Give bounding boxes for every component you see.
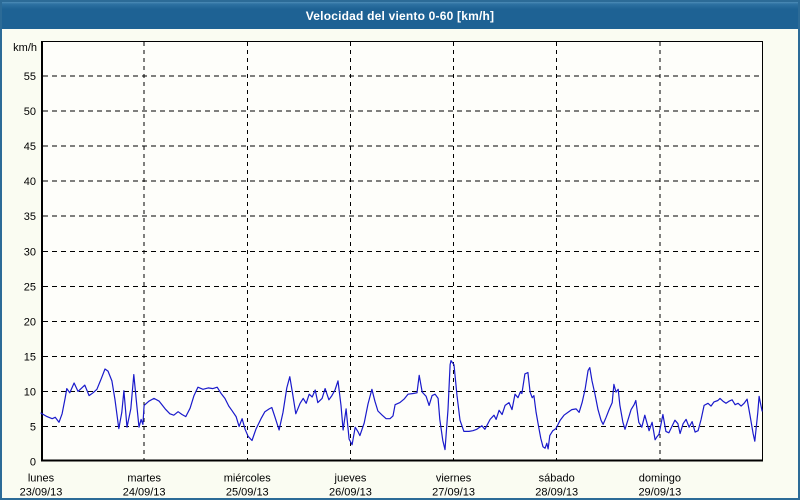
y-tick-label-0: 0 [30, 457, 36, 469]
y-tick-label-45: 45 [24, 141, 36, 153]
y-tick-label-40: 40 [24, 176, 36, 188]
x-day-label-lunes: lunes [28, 473, 55, 485]
x-date-label-lunes: 23/09/13 [20, 487, 63, 499]
window-title: Velocidad del viento 0-60 [km/h] [306, 9, 494, 23]
plot-background [41, 41, 763, 462]
y-tick-label-50: 50 [24, 106, 36, 118]
x-day-label-sábado: sábado [539, 473, 575, 485]
y-tick-label-15: 15 [24, 351, 36, 363]
y-tick-label-5: 5 [30, 421, 36, 433]
x-date-label-viernes: 27/09/13 [432, 487, 475, 499]
x-date-label-martes: 24/09/13 [123, 487, 166, 499]
y-tick-label-35: 35 [24, 211, 36, 223]
y-tick-label-55: 55 [24, 71, 36, 83]
y-tick-label-30: 30 [24, 246, 36, 258]
title-bar: Velocidad del viento 0-60 [km/h] [2, 2, 798, 29]
y-axis-unit-label: km/h [13, 42, 37, 54]
x-day-label-viernes: viernes [436, 473, 472, 485]
x-day-label-domingo: domingo [639, 473, 681, 485]
x-day-label-jueves: jueves [334, 473, 367, 485]
x-date-label-jueves: 26/09/13 [329, 487, 372, 499]
wind-speed-chart: 0 5 10 15 20 25 30 35 40 45 50 55 km/h lunes 23/09/13 m… [2, 2, 798, 498]
x-day-label-miércoles: miércoles [224, 473, 272, 485]
app-window: Velocidad del viento 0-60 [km/h] 0 5 10 15 2… [0, 0, 800, 500]
x-date-label-domingo: 29/09/13 [638, 487, 681, 499]
x-date-label-sábado: 28/09/13 [535, 487, 578, 499]
y-tick-label-10: 10 [24, 386, 36, 398]
y-tick-label-20: 20 [24, 316, 36, 328]
y-tick-label-25: 25 [24, 281, 36, 293]
x-date-label-miércoles: 25/09/13 [226, 487, 269, 499]
x-day-label-martes: martes [127, 473, 161, 485]
